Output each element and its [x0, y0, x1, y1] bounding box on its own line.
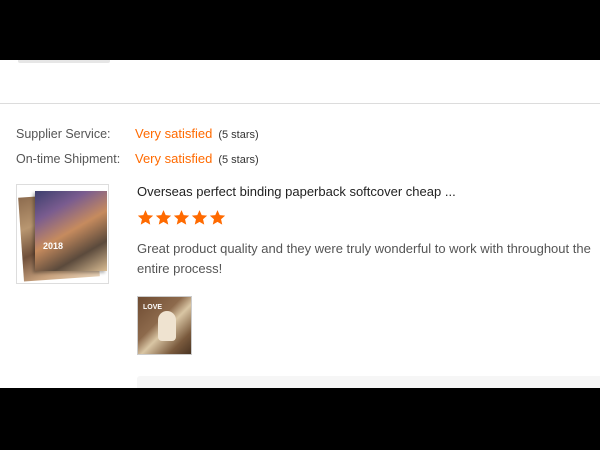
rating-stars-text: (5 stars) [218, 154, 259, 166]
letterbox-bottom [0, 388, 600, 450]
section-divider [0, 103, 600, 104]
rating-stars-text: (5 stars) [218, 129, 259, 141]
star-icon [209, 210, 226, 225]
star-icon [173, 210, 190, 225]
rating-supplier-service: Supplier Service: Very satisfied (5 stars) [16, 126, 259, 141]
rating-value: Very satisfied [135, 126, 213, 141]
rating-value: Very satisfied [135, 151, 213, 166]
rating-on-time-shipment: On-time Shipment: Very satisfied (5 stars) [16, 151, 259, 166]
next-review-card [137, 376, 600, 388]
product-title-link[interactable]: Overseas perfect binding paperback softc… [137, 184, 456, 199]
star-icon [155, 210, 172, 225]
product-thumbnail[interactable]: 2018 [16, 184, 109, 284]
review-star-rating [137, 209, 227, 229]
letterbox-top [0, 0, 600, 60]
review-text: Great product quality and they were trul… [137, 241, 591, 276]
book-cover-year: 2018 [43, 241, 64, 251]
rating-label: On-time Shipment: [16, 152, 121, 166]
rating-label: Supplier Service: [16, 127, 111, 141]
feedback-panel: Supplier Service: Very satisfied (5 stars)… [0, 60, 600, 388]
review-photo[interactable]: LOVE [137, 296, 192, 355]
previous-entry-fragment [18, 60, 110, 63]
star-icon [191, 210, 208, 225]
review-photo-caption: LOVE [143, 304, 163, 311]
star-icon [137, 210, 154, 225]
book-cover-front [35, 191, 107, 271]
review-photo-subject [158, 311, 176, 341]
